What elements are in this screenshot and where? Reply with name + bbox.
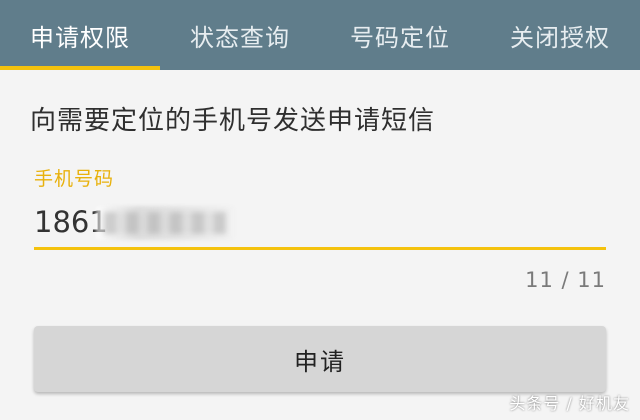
tab-apply-permission[interactable]: 申请权限	[0, 0, 160, 70]
character-counter: 11 / 11	[525, 268, 606, 292]
tab-number-location[interactable]: 号码定位	[320, 0, 480, 70]
tab-label: 申请权限	[30, 23, 130, 52]
content-area: 向需要定位的手机号发送申请短信 手机号码 11 / 11 申请	[0, 70, 640, 420]
phone-field-label: 手机号码	[34, 168, 115, 190]
redacted-digits-mask	[96, 206, 234, 240]
app-screen: 申请权限 状态查询 号码定位 关闭授权 向需要定位的手机号发送申请短信 手机号码…	[0, 0, 640, 420]
watermark: 头条号 / 好机友	[509, 394, 630, 413]
tab-label: 关闭授权	[510, 23, 610, 52]
tab-label: 状态查询	[190, 23, 290, 52]
tab-status-query[interactable]: 状态查询	[160, 0, 320, 70]
instruction-text: 向需要定位的手机号发送申请短信	[30, 106, 436, 136]
tab-label: 号码定位	[350, 23, 450, 52]
tab-revoke-authorization[interactable]: 关闭授权	[480, 0, 640, 70]
apply-button[interactable]: 申请	[34, 326, 606, 392]
tab-bar: 申请权限 状态查询 号码定位 关闭授权	[0, 0, 640, 70]
